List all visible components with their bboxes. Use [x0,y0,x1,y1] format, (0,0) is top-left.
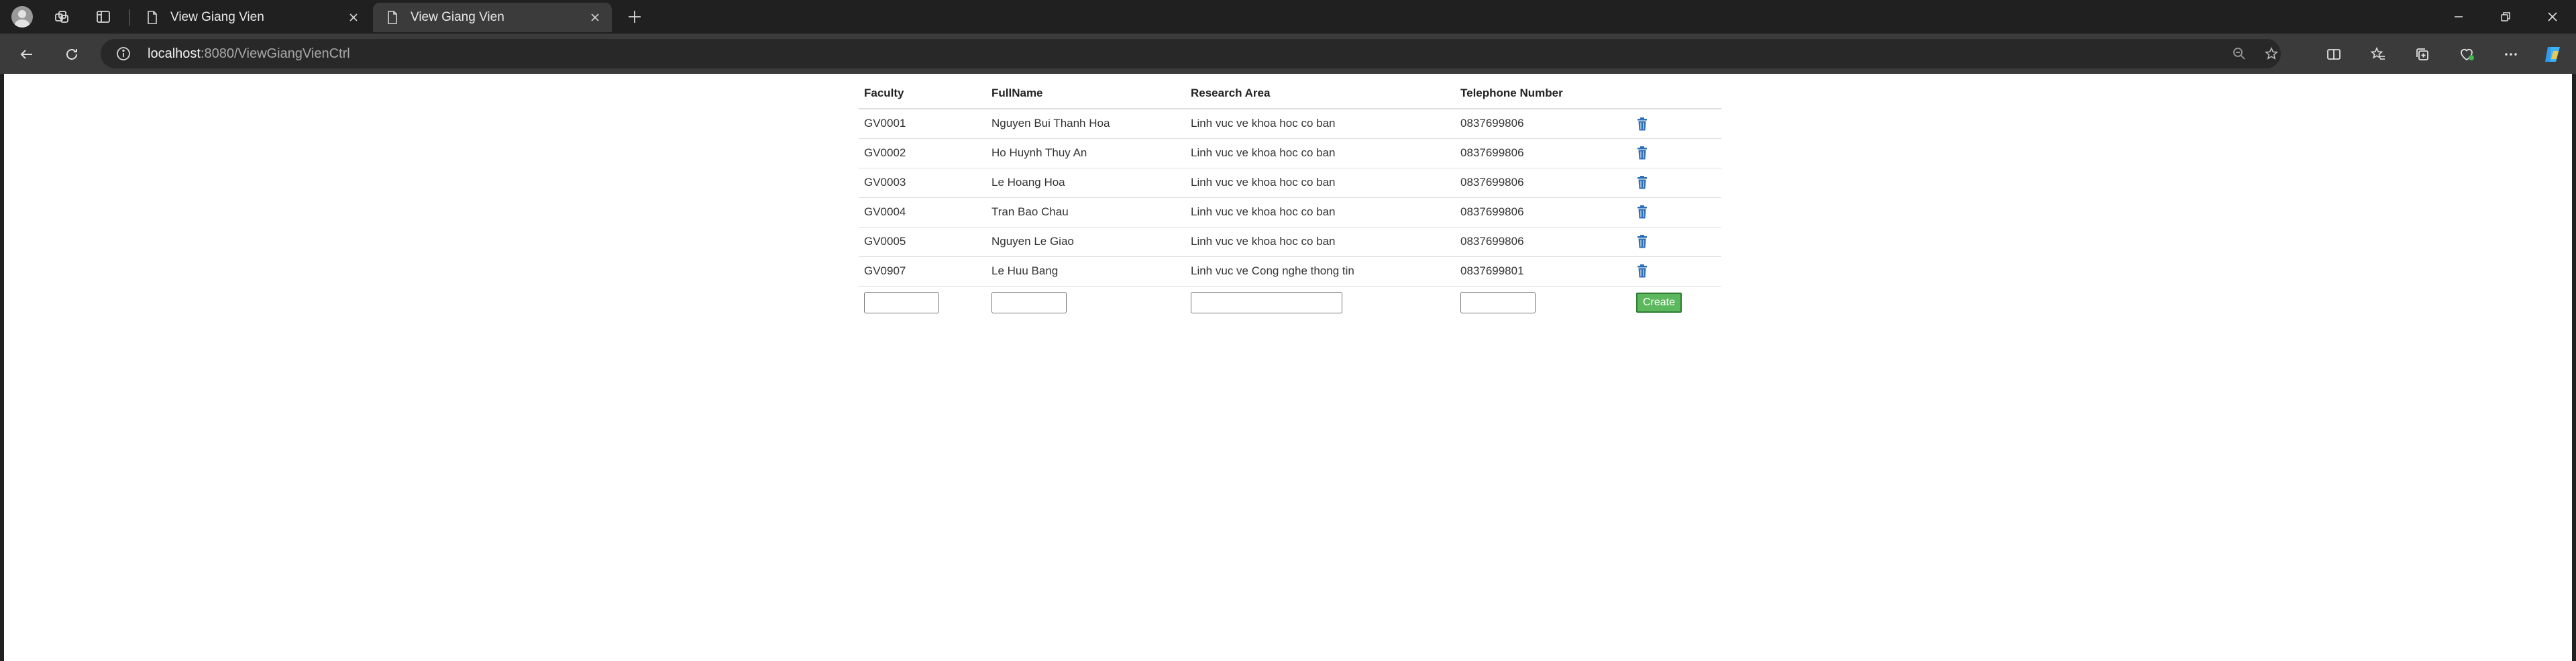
table-header-row: Faculty FullName Research Area Telephone… [859,78,1721,109]
table-row: GV0002 Ho Huynh Thuy An Linh vuc ve khoa… [859,138,1721,168]
trash-icon[interactable] [1636,117,1648,131]
cell-faculty: GV0001 [859,108,986,138]
cell-research-area: Linh vuc ve khoa hoc co ban [1185,108,1455,138]
close-icon[interactable] [586,9,604,26]
header-research-area: Research Area [1185,78,1455,109]
table-row: GV0005 Nguyen Le Giao Linh vuc ve khoa h… [859,226,1721,256]
vertical-tabs-icon[interactable] [93,6,114,28]
cell-fullname: Le Huu Bang [986,256,1185,286]
cell-faculty: GV0002 [859,138,986,168]
favorite-star-icon[interactable] [2262,44,2281,63]
trash-icon[interactable] [1636,264,1648,278]
trash-icon[interactable] [1636,176,1648,189]
tab-view-giang-vien-2[interactable]: View Giang Vien [373,3,612,32]
trash-icon[interactable] [1636,205,1648,219]
table-row: GV0907 Le Huu Bang Linh vuc ve Cong nghe… [859,256,1721,286]
url-path: :8080/ViewGiangVienCtrl [200,46,350,61]
cell-telephone: 0837699806 [1455,108,1631,138]
cell-actions [1631,197,1721,227]
page-content: Faculty FullName Research Area Telephone… [4,74,2572,661]
cell-faculty: GV0907 [859,256,986,286]
workspaces-icon[interactable] [51,6,72,28]
trash-icon[interactable] [1636,235,1648,248]
zoom-icon[interactable] [2230,44,2249,63]
cell-actions [1631,138,1721,168]
minimize-icon[interactable] [2435,0,2482,34]
cell-telephone: 0837699801 [1455,256,1631,286]
cell-fullname: Ho Huynh Thuy An [986,138,1185,168]
split-screen-icon[interactable] [2321,42,2347,67]
tab-title: View Giang Vien [411,10,504,24]
tab-view-giang-vien-1[interactable]: View Giang Vien [133,3,370,32]
collections-icon[interactable] [2410,42,2435,67]
close-window-icon[interactable] [2529,0,2576,34]
cell-actions [1631,256,1721,286]
header-telephone: Telephone Number [1455,78,1631,109]
back-icon[interactable] [14,42,40,67]
favorites-icon[interactable] [2365,42,2391,67]
cell-research-area: Linh vuc ve khoa hoc co ban [1185,197,1455,227]
copilot-icon[interactable] [2540,42,2565,67]
cell-actions [1631,108,1721,138]
address-bar[interactable]: localhost:8080/ViewGiangVienCtrl [101,39,2281,68]
cell-actions [1631,226,1721,256]
browser-tab-bar: View Giang Vien View Giang Vien [0,0,2576,34]
cell-faculty: GV0005 [859,226,986,256]
cell-telephone: 0837699806 [1455,167,1631,197]
cell-fullname: Nguyen Le Giao [986,226,1185,256]
cell-faculty: GV0004 [859,197,986,227]
profile-avatar[interactable] [11,6,33,28]
create-button[interactable]: Create [1636,293,1682,313]
fullname-input[interactable] [991,292,1067,314]
create-row: Create [859,285,1721,319]
url-text: localhost:8080/ViewGiangVienCtrl [148,46,350,62]
tab-separator [129,9,130,26]
cell-research-area: Linh vuc ve khoa hoc co ban [1185,226,1455,256]
cell-fullname: Tran Bao Chau [986,197,1185,227]
browser-essentials-icon[interactable] [2454,42,2479,67]
telephone-input[interactable] [1460,292,1536,314]
close-icon[interactable] [345,9,362,26]
trash-icon[interactable] [1636,146,1648,160]
cell-actions [1631,167,1721,197]
table-row: GV0001 Nguyen Bui Thanh Hoa Linh vuc ve … [859,108,1721,138]
browser-toolbar: localhost:8080/ViewGiangVienCtrl [0,34,2576,74]
cell-telephone: 0837699806 [1455,197,1631,227]
restore-icon[interactable] [2482,0,2529,34]
header-fullname: FullName [986,78,1185,109]
tab-title: View Giang Vien [170,10,264,24]
faculty-input[interactable] [864,292,939,314]
giang-vien-table: Faculty FullName Research Area Telephone… [859,78,1721,319]
header-actions [1631,78,1721,109]
info-icon[interactable] [115,46,131,62]
cell-fullname: Le Hoang Hoa [986,167,1185,197]
url-host: localhost [148,46,201,61]
cell-research-area: Linh vuc ve khoa hoc co ban [1185,167,1455,197]
new-tab-icon[interactable] [624,6,645,28]
cell-telephone: 0837699806 [1455,138,1631,168]
header-faculty: Faculty [859,78,986,109]
table-row: GV0003 Le Hoang Hoa Linh vuc ve khoa hoc… [859,167,1721,197]
cell-fullname: Nguyen Bui Thanh Hoa [986,108,1185,138]
research-area-input[interactable] [1191,292,1342,314]
cell-faculty: GV0003 [859,167,986,197]
table-row: GV0004 Tran Bao Chau Linh vuc ve khoa ho… [859,197,1721,227]
document-icon [148,11,157,24]
cell-telephone: 0837699806 [1455,226,1631,256]
cell-research-area: Linh vuc ve Cong nghe thong tin [1185,256,1455,286]
cell-research-area: Linh vuc ve khoa hoc co ban [1185,138,1455,168]
refresh-icon[interactable] [59,42,85,67]
more-options-icon[interactable] [2498,42,2524,67]
document-icon [388,11,397,24]
